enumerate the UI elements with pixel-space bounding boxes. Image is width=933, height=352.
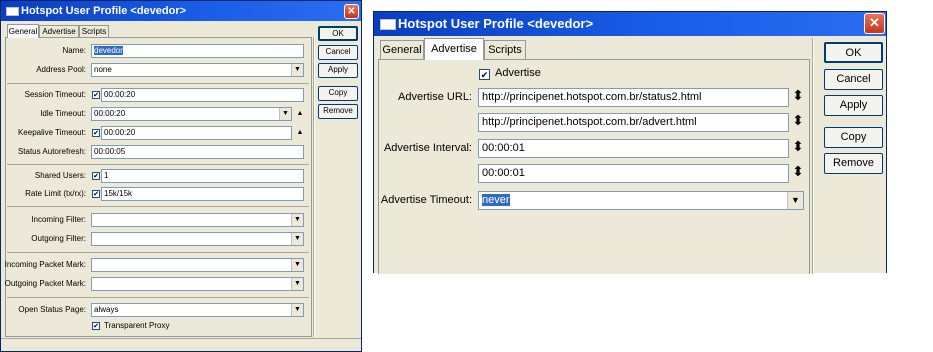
name-label: Name:: [62, 46, 86, 55]
shared-users-input[interactable]: 1: [101, 169, 304, 183]
chevron-down-icon[interactable]: ▼: [291, 304, 303, 316]
rate-limit-input[interactable]: 15k/15k: [101, 187, 304, 201]
ok-button[interactable]: OK: [824, 42, 883, 63]
chevron-down-icon[interactable]: ▼: [291, 64, 303, 76]
chevron-down-icon[interactable]: ▼: [291, 214, 303, 226]
tab-general[interactable]: General: [380, 40, 424, 60]
advertise-checkbox[interactable]: ✔: [479, 69, 490, 80]
outgoing-filter-label: Outgoing Filter:: [31, 234, 86, 243]
apply-button[interactable]: Apply: [318, 63, 358, 78]
close-icon[interactable]: ✕: [864, 13, 885, 34]
keepalive-timeout-label: Keepalive Timeout:: [17, 128, 86, 137]
address-pool-select[interactable]: none ▼: [91, 63, 304, 77]
rate-limit-label: Rate Limit (tx/rx):: [25, 189, 86, 198]
tab-advertise[interactable]: Advertise: [424, 38, 484, 60]
idle-timeout-select[interactable]: 00:00:20 ▼: [91, 107, 292, 121]
advertise-label: Advertise: [495, 67, 541, 79]
chevron-down-icon[interactable]: ▼: [291, 259, 303, 271]
tab-scripts[interactable]: Scripts: [484, 40, 526, 60]
hotspot-profile-window-large: Hotspot User Profile <devedor> ✕ General…: [373, 11, 887, 274]
copy-button[interactable]: Copy: [824, 127, 883, 148]
button-separator: [313, 37, 315, 337]
transparent-proxy-checkbox[interactable]: ✔: [92, 322, 100, 330]
shared-users-checkbox[interactable]: ✔: [92, 172, 100, 180]
updown-icon[interactable]: ⬍: [791, 113, 805, 127]
chevron-down-icon[interactable]: ▼: [291, 278, 303, 290]
advertise-interval-input-1[interactable]: 00:00:01: [478, 139, 789, 158]
updown-icon[interactable]: ⬍: [791, 164, 805, 178]
chevron-down-icon[interactable]: ▼: [787, 192, 803, 209]
divider: [7, 252, 309, 253]
up-arrow-icon[interactable]: ▲: [295, 110, 305, 117]
remove-button[interactable]: Remove: [824, 153, 883, 174]
session-timeout-checkbox[interactable]: ✔: [92, 91, 100, 99]
chevron-down-icon[interactable]: ▼: [279, 108, 291, 120]
incoming-filter-label: Incoming Filter:: [31, 215, 86, 224]
status-autorefresh-input[interactable]: 00:00:05: [91, 145, 304, 159]
outgoing-filter-select[interactable]: ▼: [91, 232, 304, 246]
divider: [7, 297, 309, 298]
advertise-url-input-1[interactable]: http://principenet.hotspot.com.br/status…: [478, 88, 789, 107]
status-autorefresh-label: Status Autorefresh:: [17, 147, 86, 156]
close-icon[interactable]: ✕: [344, 4, 359, 19]
advertise-timeout-label: Advertise Timeout:: [380, 194, 472, 206]
hotspot-profile-window-small: Hotspot User Profile <devedor> ✕ General…: [0, 0, 362, 352]
advertise-url-label: Advertise URL:: [398, 91, 472, 103]
window-icon: [380, 19, 396, 30]
window-title: Hotspot User Profile <devedor>: [398, 16, 594, 31]
advertise-url-input-2[interactable]: http://principenet.hotspot.com.br/advert…: [478, 113, 789, 132]
shared-users-label: Shared Users:: [34, 171, 86, 180]
chevron-down-icon[interactable]: ▼: [291, 233, 303, 245]
idle-timeout-label: Idle Timeout:: [40, 109, 86, 118]
copy-button[interactable]: Copy: [318, 86, 358, 101]
rate-limit-checkbox[interactable]: ✔: [92, 190, 100, 198]
tab-general[interactable]: General: [7, 24, 39, 38]
window-title: Hotspot User Profile <devedor>: [21, 5, 187, 17]
advertise-interval-input-2[interactable]: 00:00:01: [478, 164, 789, 183]
open-status-page-select[interactable]: always ▼: [91, 303, 304, 317]
incoming-packet-mark-label: Incoming Packet Mark:: [4, 260, 86, 269]
title-bar[interactable]: Hotspot User Profile <devedor> ✕: [374, 12, 886, 36]
outgoing-packet-mark-label: Outgoing Packet Mark:: [4, 279, 86, 288]
advertise-timeout-select[interactable]: never ▼: [478, 191, 804, 210]
address-pool-label: Address Pool:: [36, 65, 86, 74]
apply-button[interactable]: Apply: [824, 95, 883, 116]
keepalive-timeout-input[interactable]: 00:00:20: [101, 126, 292, 140]
session-timeout-input[interactable]: 00:00:20: [101, 88, 304, 102]
updown-icon[interactable]: ⬍: [791, 139, 805, 153]
incoming-packet-mark-select[interactable]: ▼: [91, 258, 304, 272]
outgoing-packet-mark-select[interactable]: ▼: [91, 277, 304, 291]
divider: [7, 206, 309, 207]
window-icon: [6, 7, 19, 16]
button-separator: [812, 38, 814, 274]
keepalive-timeout-checkbox[interactable]: ✔: [92, 129, 100, 137]
session-timeout-label: Session Timeout:: [24, 90, 86, 99]
cancel-button[interactable]: Cancel: [318, 45, 358, 60]
ok-button[interactable]: OK: [318, 26, 358, 41]
open-status-page-label: Open Status Page:: [18, 305, 86, 314]
title-bar[interactable]: Hotspot User Profile <devedor> ✕: [1, 1, 361, 21]
transparent-proxy-label: Transparent Proxy: [104, 321, 170, 330]
name-input[interactable]: devedor: [91, 44, 304, 58]
cancel-button[interactable]: Cancel: [824, 69, 883, 90]
status-bar: [1, 338, 361, 339]
divider: [7, 83, 309, 84]
remove-button[interactable]: Remove: [318, 104, 358, 119]
divider: [7, 164, 309, 165]
advertise-interval-label: Advertise Interval:: [383, 142, 472, 154]
updown-icon[interactable]: ⬍: [791, 88, 805, 102]
incoming-filter-select[interactable]: ▼: [91, 213, 304, 227]
up-arrow-icon[interactable]: ▲: [295, 129, 305, 136]
